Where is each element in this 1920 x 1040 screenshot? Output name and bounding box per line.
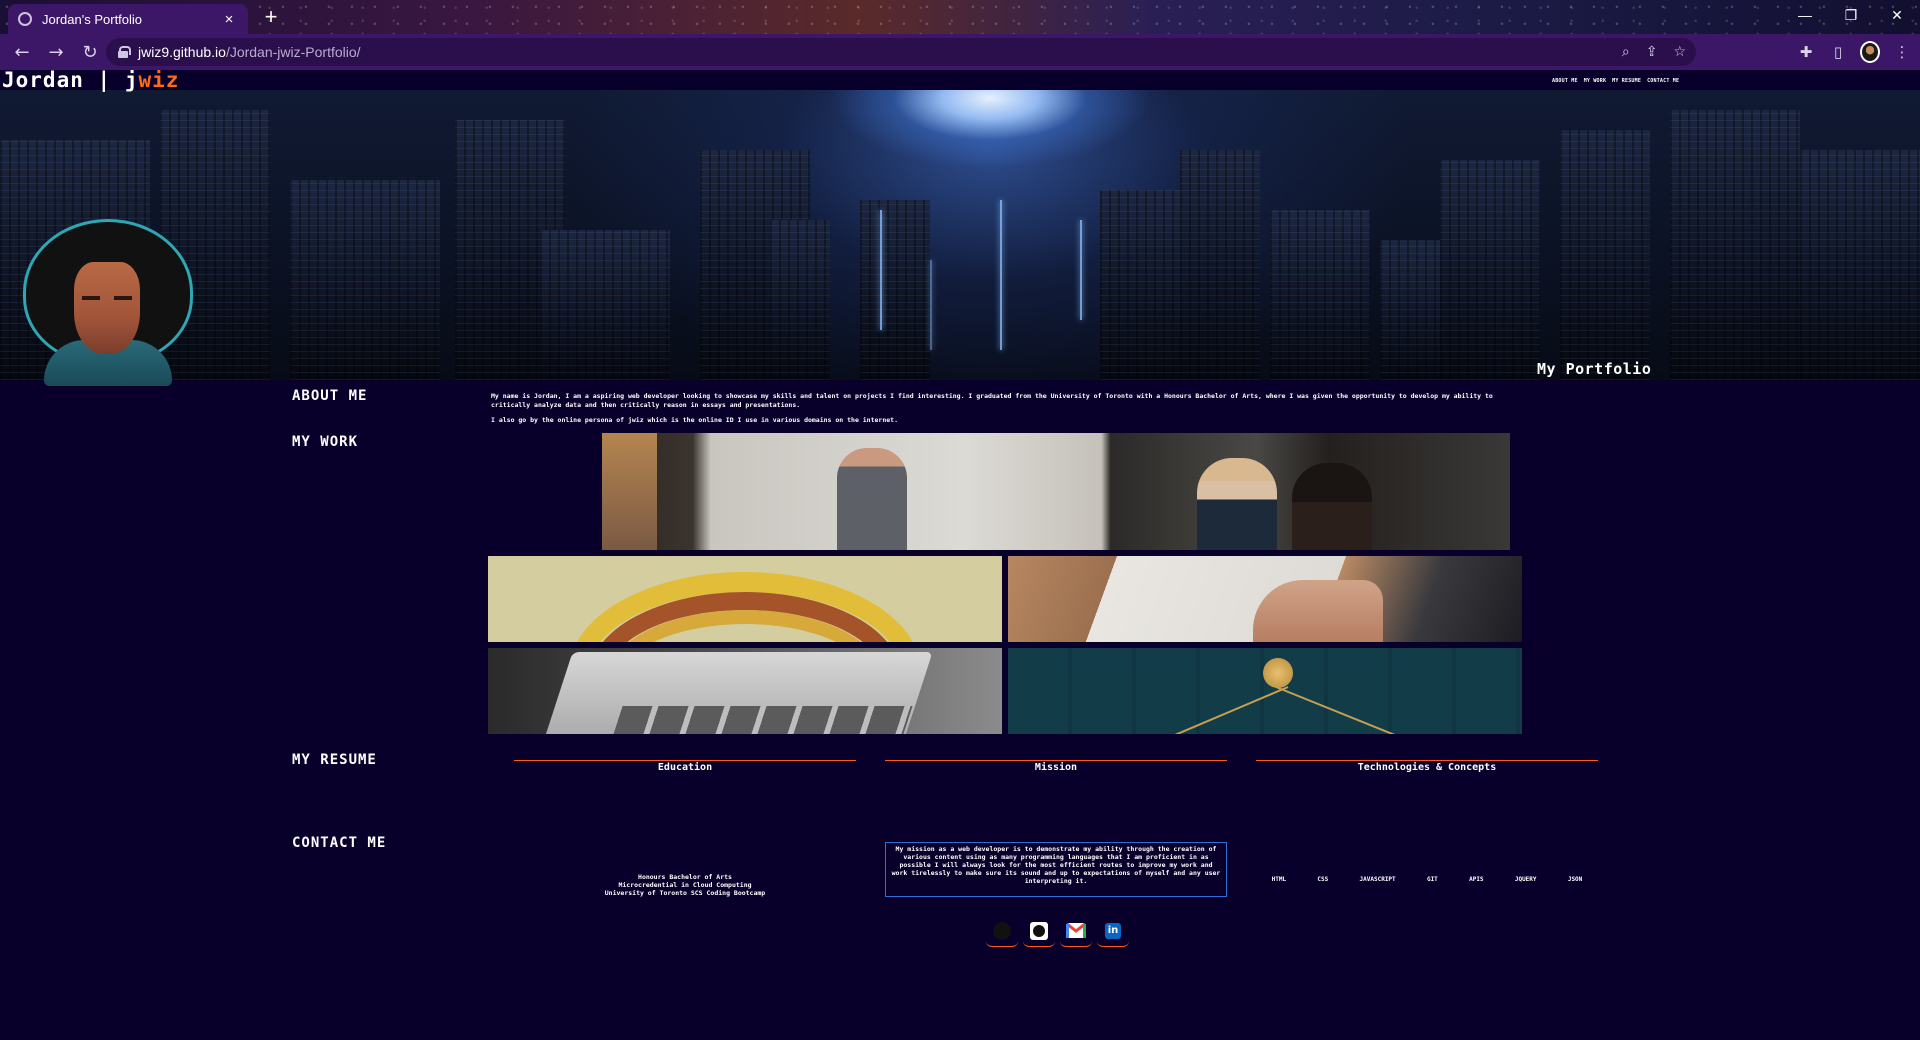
tech-item: GIT <box>1426 876 1438 883</box>
arrow-left-icon[interactable]: ← <box>6 36 38 68</box>
nav-link-about[interactable]: ABOUT ME <box>1552 78 1578 84</box>
about-paragraph-1: My name is Jordan, I am a aspiring web d… <box>491 392 1493 409</box>
work-project-tile-4[interactable] <box>1008 648 1522 734</box>
work-project-main[interactable] <box>602 433 1510 550</box>
education-item: University of Toronto SCS Coding Bootcam… <box>604 889 766 897</box>
mission-heading: Mission <box>885 760 1227 773</box>
share-icon[interactable]: ⇪ <box>1646 44 1658 60</box>
site-title: Jordan | jwiz <box>2 70 179 92</box>
window-controls: — ❐ ✕ <box>1782 0 1920 30</box>
site-title-separator: | <box>97 70 112 92</box>
tech-item: JQUERY <box>1514 876 1537 883</box>
mission-text: My mission as a web developer is to demo… <box>885 842 1227 897</box>
url-path: /Jordan-jwiz-Portfolio/ <box>225 44 361 60</box>
linkedin-link[interactable]: in <box>1097 915 1129 947</box>
tab-close-button[interactable]: × <box>220 11 238 28</box>
close-window-button[interactable]: ✕ <box>1874 0 1920 30</box>
linkedin-icon: in <box>1105 922 1121 939</box>
github-link[interactable] <box>1023 915 1055 947</box>
about-heading: ABOUT ME <box>292 388 368 404</box>
work-heading: MY WORK <box>292 434 359 450</box>
education-heading: Education <box>514 760 856 773</box>
profile-avatar[interactable] <box>1860 41 1880 63</box>
work-project-tile-3[interactable] <box>488 648 1002 734</box>
restore-button[interactable]: ❐ <box>1828 0 1874 30</box>
site-title-name: Jordan <box>2 70 84 92</box>
avatar-portrait <box>24 222 192 386</box>
browser-toolbar: ← → ↻ jwiz9.github.io/Jordan-jwiz-Portfo… <box>0 34 1920 70</box>
site-title-wiz: wiz <box>138 70 180 92</box>
tech-item: JAVASCRIPT <box>1359 876 1396 883</box>
nav-link-contact[interactable]: CONTACT ME <box>1647 78 1679 84</box>
browser-tab-strip: Jordan's Portfolio × + — ❐ ✕ <box>0 0 1920 34</box>
stackoverflow-link[interactable] <box>986 915 1018 947</box>
top-nav: ABOUT ME MY WORK MY RESUME CONTACT ME <box>1552 78 1679 84</box>
technologies-heading: Technologies & Concepts <box>1256 760 1598 773</box>
education-item: Microcredential in Cloud Computing <box>618 881 752 889</box>
bookmark-star-icon[interactable]: ☆ <box>1673 44 1686 60</box>
tech-item: HTML <box>1271 876 1287 883</box>
lock-icon[interactable] <box>118 46 131 58</box>
page-viewport: Jordan | jwiz ABOUT ME MY WORK MY RESUME… <box>0 70 1920 1040</box>
site-title-j: j <box>124 70 139 92</box>
education-item: Honours Bachelor of Arts <box>638 873 732 881</box>
zoom-icon[interactable]: ⌕ <box>1622 44 1630 60</box>
url-host: jwiz9.github.io <box>138 44 226 60</box>
arrow-right-icon[interactable]: → <box>40 36 72 68</box>
contact-links: in <box>986 915 1129 947</box>
tech-item: APIS <box>1469 876 1484 883</box>
tab-title: Jordan's Portfolio <box>42 11 143 27</box>
github-icon <box>1030 921 1048 940</box>
hero-caption: My Portfolio <box>1537 360 1652 378</box>
hero-banner <box>0 90 1920 380</box>
browser-tab-active[interactable]: Jordan's Portfolio × <box>8 4 248 34</box>
new-tab-button[interactable]: + <box>258 6 284 30</box>
work-project-tile-2[interactable] <box>1008 556 1522 642</box>
work-project-tile-1[interactable] <box>488 556 1002 642</box>
about-paragraph-2: I also go by the online persona of jwiz … <box>491 416 898 424</box>
stackoverflow-icon <box>993 921 1011 940</box>
nav-link-resume[interactable]: MY RESUME <box>1612 78 1641 84</box>
reload-icon[interactable]: ↻ <box>74 36 106 68</box>
side-panel-icon[interactable]: ▯ <box>1828 43 1848 61</box>
education-list: Honours Bachelor of Arts Microcredential… <box>514 873 856 897</box>
extensions-icon[interactable]: ✚ <box>1796 43 1816 61</box>
address-bar[interactable]: jwiz9.github.io/Jordan-jwiz-Portfolio/ ⌕… <box>106 38 1696 66</box>
minimize-button[interactable]: — <box>1782 0 1828 30</box>
gmail-link[interactable] <box>1060 915 1092 947</box>
tech-item: CSS <box>1317 876 1329 883</box>
site-header: Jordan | jwiz ABOUT ME MY WORK MY RESUME… <box>0 70 1920 92</box>
tech-item: JSON <box>1567 876 1583 883</box>
menu-icon[interactable]: ⋮ <box>1892 43 1912 61</box>
resume-heading: MY RESUME <box>292 752 377 768</box>
technologies-list: HTML CSS JAVASCRIPT GIT APIS JQUERY JSON <box>1256 876 1598 883</box>
nav-link-work[interactable]: MY WORK <box>1584 78 1606 84</box>
globe-icon <box>18 12 32 26</box>
about-text: My name is Jordan, I am a aspiring web d… <box>491 392 1511 432</box>
contact-heading: CONTACT ME <box>292 835 387 851</box>
gmail-icon <box>1066 923 1086 938</box>
